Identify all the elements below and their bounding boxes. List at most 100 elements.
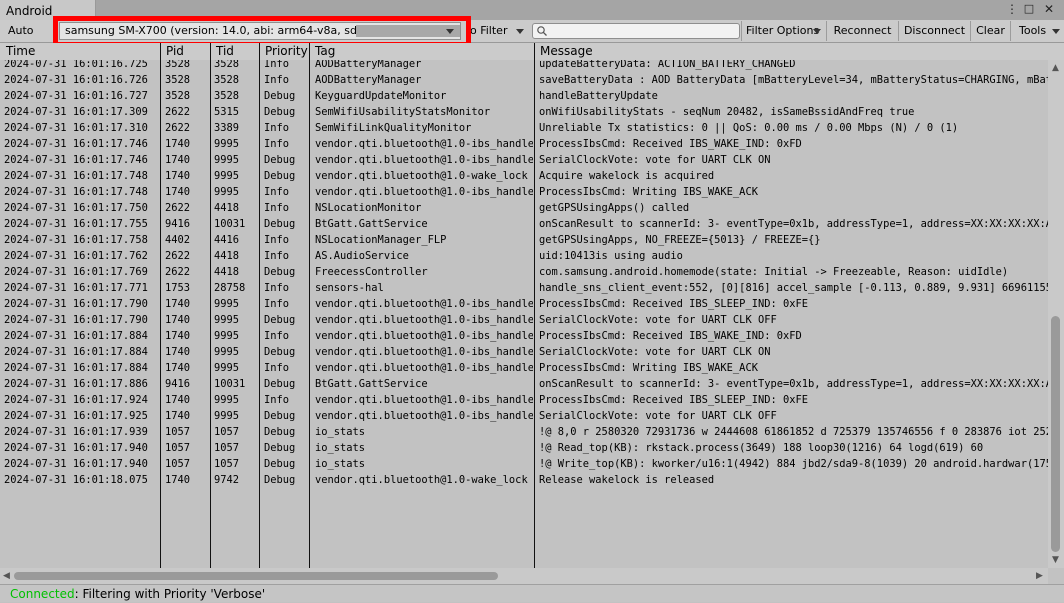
- row-message: getGPSUsingApps, NO_FREEZE={5013} / FREE…: [539, 234, 821, 246]
- row-pid: 2622: [165, 122, 191, 134]
- row-time: 2024-07-31 16:01:17.884: [4, 362, 148, 374]
- tools-dropdown[interactable]: Tools: [1010, 21, 1064, 41]
- log-row[interactable]: 2024-07-31 16:01:17.940 1057 1057 Debug io_s…: [0, 440, 1048, 456]
- log-row[interactable]: 2024-07-31 16:01:17.748 1740 9995 Debug vend…: [0, 168, 1048, 184]
- row-pid: 1740: [165, 298, 191, 310]
- log-row[interactable]: 2024-07-31 16:01:18.075 1740 9742 Debug vend…: [0, 472, 1048, 488]
- row-tag: NSLocationManager_FLP: [315, 234, 447, 246]
- column-divider[interactable]: [259, 43, 260, 568]
- log-row[interactable]: 2024-07-31 16:01:17.924 1740 9995 Info vendo…: [0, 392, 1048, 408]
- row-priority: Info: [264, 330, 290, 342]
- clear-button[interactable]: Clear: [970, 21, 1010, 41]
- scroll-up-icon[interactable]: ▲: [1052, 60, 1059, 76]
- row-priority: Info: [264, 394, 290, 406]
- row-message: !@ Write_top(KB): kworker/u16:1(4942) 88…: [539, 458, 1048, 470]
- disconnect-button[interactable]: Disconnect: [898, 21, 970, 41]
- row-tid: 9995: [214, 314, 240, 326]
- log-row[interactable]: 2024-07-31 16:01:17.746 1740 9995 Debug vend…: [0, 152, 1048, 168]
- log-row[interactable]: 2024-07-31 16:01:17.758 4402 4416 Info NSLoc…: [0, 232, 1048, 248]
- row-tid: 3389: [214, 122, 240, 134]
- row-pid: 1057: [165, 458, 191, 470]
- row-tag: AODBatteryManager: [315, 60, 422, 70]
- row-priority: Debug: [264, 218, 296, 230]
- scroll-right-icon[interactable]: ▶: [1036, 568, 1043, 584]
- device-select-dropdown[interactable]: samsung SM-X700 (version: 14.0, abi: arm…: [59, 22, 461, 40]
- log-list[interactable]: 2024-07-31 16:01:16.725 3528 3528 Info AODBa…: [0, 60, 1048, 568]
- log-row[interactable]: 2024-07-31 16:01:17.884 1740 9995 Debug vend…: [0, 344, 1048, 360]
- row-time: 2024-07-31 16:01:17.884: [4, 346, 148, 358]
- log-row[interactable]: 2024-07-31 16:01:17.755 9416 10031 Debug BtG…: [0, 216, 1048, 232]
- row-time: 2024-07-31 16:01:17.748: [4, 186, 148, 198]
- row-time: 2024-07-31 16:01:17.746: [4, 154, 148, 166]
- row-priority: Debug: [264, 90, 296, 102]
- row-tag: vendor.qti.bluetooth@1.0-ibs_handler: [315, 394, 533, 406]
- log-row[interactable]: 2024-07-31 16:01:17.940 1057 1057 Debug io_s…: [0, 456, 1048, 472]
- column-header-priority[interactable]: Priority: [261, 43, 308, 60]
- log-row[interactable]: 2024-07-31 16:01:17.790 1740 9995 Info vendo…: [0, 296, 1048, 312]
- column-divider[interactable]: [534, 43, 535, 568]
- scroll-down-icon[interactable]: ▼: [1052, 552, 1059, 568]
- row-tag: KeyguardUpdateMonitor: [315, 90, 447, 102]
- log-row[interactable]: 2024-07-31 16:01:17.762 2622 4418 Info AS.Au…: [0, 248, 1048, 264]
- column-header-message[interactable]: Message: [536, 43, 593, 60]
- row-time: 2024-07-31 16:01:17.758: [4, 234, 148, 246]
- window-tab[interactable]: Android Logcat: [0, 0, 96, 40]
- row-tid: 4418: [214, 202, 240, 214]
- auto-run-toggle[interactable]: Auto Run: [8, 21, 58, 57]
- column-header-time[interactable]: Time: [2, 43, 35, 60]
- column-header-tid[interactable]: Tid: [212, 43, 234, 60]
- search-input[interactable]: [532, 23, 740, 39]
- log-row[interactable]: 2024-07-31 16:01:17.746 1740 9995 Info vendo…: [0, 136, 1048, 152]
- row-tag: io_stats: [315, 442, 366, 454]
- log-row[interactable]: 2024-07-31 16:01:17.790 1740 9995 Debug vend…: [0, 312, 1048, 328]
- priority-filter-label: o Filter: [470, 24, 508, 37]
- row-time: 2024-07-31 16:01:16.725: [4, 60, 148, 70]
- dropdown-arrow-icon: [813, 29, 821, 34]
- maximize-icon[interactable]: □: [1022, 2, 1036, 16]
- row-priority: Info: [264, 202, 290, 214]
- log-row[interactable]: 2024-07-31 16:01:17.769 2622 4418 Debug Free…: [0, 264, 1048, 280]
- row-priority: Info: [264, 122, 290, 134]
- column-header-tag[interactable]: Tag: [311, 43, 335, 60]
- column-divider[interactable]: [309, 43, 310, 568]
- connection-status: Connected: [10, 587, 75, 601]
- vertical-scroll-thumb[interactable]: [1051, 316, 1060, 552]
- row-tid: 1057: [214, 458, 240, 470]
- column-divider[interactable]: [210, 43, 211, 568]
- log-row[interactable]: 2024-07-31 16:01:17.309 2622 5315 Debug SemW…: [0, 104, 1048, 120]
- log-row[interactable]: 2024-07-31 16:01:16.725 3528 3528 Info AODBa…: [0, 60, 1048, 72]
- row-pid: 1740: [165, 410, 191, 422]
- row-tid: 3528: [214, 74, 240, 86]
- dropdown-arrow-icon: [1052, 29, 1060, 34]
- reconnect-button[interactable]: Reconnect: [826, 21, 898, 41]
- log-row[interactable]: 2024-07-31 16:01:17.886 9416 10031 Debug BtG…: [0, 376, 1048, 392]
- column-header-pid[interactable]: Pid: [162, 43, 184, 60]
- log-row[interactable]: 2024-07-31 16:01:17.884 1740 9995 Info vendo…: [0, 328, 1048, 344]
- row-message: uid:10413is using audio: [539, 250, 683, 262]
- horizontal-scroll-thumb[interactable]: [14, 572, 498, 580]
- priority-filter-dropdown[interactable]: o Filter: [466, 21, 528, 41]
- row-priority: Debug: [264, 410, 296, 422]
- log-row[interactable]: 2024-07-31 16:01:17.748 1740 9995 Info vendo…: [0, 184, 1048, 200]
- log-row[interactable]: 2024-07-31 16:01:17.750 2622 4418 Info NSLoc…: [0, 200, 1048, 216]
- horizontal-scrollbar[interactable]: ◀ ▶: [0, 568, 1048, 584]
- row-time: 2024-07-31 16:01:17.755: [4, 218, 148, 230]
- row-tag: vendor.qti.bluetooth@1.0-ibs_handler: [315, 362, 533, 374]
- log-row[interactable]: 2024-07-31 16:01:17.310 2622 3389 Info SemWi…: [0, 120, 1048, 136]
- scroll-left-icon[interactable]: ◀: [3, 568, 10, 584]
- row-tid: 9995: [214, 410, 240, 422]
- row-pid: 1740: [165, 170, 191, 182]
- log-row[interactable]: 2024-07-31 16:01:17.939 1057 1057 Debug io_s…: [0, 424, 1048, 440]
- filter-options-dropdown[interactable]: Filter Options: [741, 21, 825, 41]
- kebab-menu-icon[interactable]: ⋮: [1005, 2, 1019, 16]
- log-row[interactable]: 2024-07-31 16:01:17.884 1740 9995 Info vendo…: [0, 360, 1048, 376]
- log-row[interactable]: 2024-07-31 16:01:16.726 3528 3528 Info AODBa…: [0, 72, 1048, 88]
- log-row[interactable]: 2024-07-31 16:01:16.727 3528 3528 Debug Keyg…: [0, 88, 1048, 104]
- log-row[interactable]: 2024-07-31 16:01:17.771 1753 28758 Info sens…: [0, 280, 1048, 296]
- close-icon[interactable]: ✕: [1042, 2, 1056, 16]
- log-row[interactable]: 2024-07-31 16:01:17.925 1740 9995 Debug vend…: [0, 408, 1048, 424]
- row-pid: 1740: [165, 474, 191, 486]
- column-divider[interactable]: [160, 43, 161, 568]
- row-priority: Info: [264, 250, 290, 262]
- vertical-scrollbar[interactable]: ▲ ▼: [1048, 60, 1064, 568]
